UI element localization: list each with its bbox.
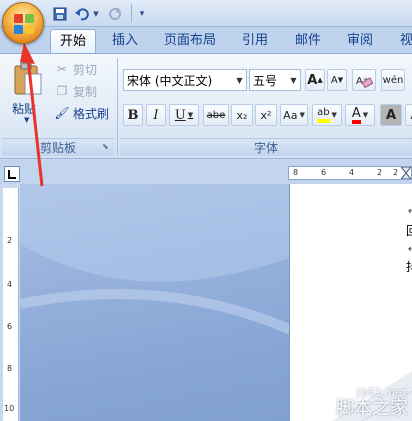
underline-button[interactable]: U ▼ xyxy=(169,104,199,126)
bold-button[interactable]: B xyxy=(123,104,143,126)
font-size-combo[interactable]: 五号 ▼ xyxy=(249,69,301,91)
paste-label: 粘贴 xyxy=(12,102,37,116)
clear-format-button[interactable]: Aa xyxy=(352,69,376,91)
save-button[interactable] xyxy=(52,5,68,22)
ruler-tick-label: 4 xyxy=(7,280,13,289)
ruler-tick-label: 6 xyxy=(7,322,13,331)
ribbon-tabs: 开始 插入 页面布局 引用 邮件 审阅 视 xyxy=(0,27,412,54)
tab-references[interactable]: 引用 xyxy=(232,29,278,54)
paste-icon xyxy=(14,62,42,95)
highlight-button[interactable]: ab ▼ xyxy=(312,104,342,126)
tab-selector-button[interactable] xyxy=(4,166,20,182)
copy-button[interactable]: ❐ 复制 xyxy=(54,81,97,101)
document-text: 抖 xyxy=(406,258,412,275)
chevron-down-icon: ▼ xyxy=(187,111,194,119)
tab-mailings[interactable]: 邮件 xyxy=(285,29,331,54)
phonetic-guide-button[interactable]: wén xyxy=(381,69,405,91)
font-color-icon: A xyxy=(351,107,361,124)
ruler-tick-label: 8 xyxy=(7,364,13,373)
chevron-down-icon: ▼ xyxy=(331,111,337,119)
ruler-tick-label: 4 xyxy=(349,168,355,177)
dialog-launcher-icon[interactable]: ⬊ xyxy=(102,142,109,151)
customize-qat-icon: ▾ xyxy=(139,8,145,19)
character-shading-button[interactable]: A xyxy=(380,104,402,126)
watermark-name: 脚本之家 xyxy=(336,398,408,419)
chevron-down-icon: ▼ xyxy=(93,9,99,18)
indent-marker-icon[interactable] xyxy=(401,167,411,179)
undo-icon xyxy=(75,7,89,20)
change-case-button[interactable]: Aa ▼ xyxy=(280,104,308,126)
paintbrush-icon: 🖌 xyxy=(54,106,70,120)
ruler-tick-label: 10 xyxy=(4,404,15,413)
highlighter-icon: ab xyxy=(317,107,330,123)
chevron-down-icon: ▼ xyxy=(362,111,369,119)
chevron-down-icon: ▼ xyxy=(299,111,305,119)
undo-dropdown[interactable]: ▼ xyxy=(92,5,100,22)
paragraph-mark: ↵ xyxy=(408,244,412,255)
office-button[interactable] xyxy=(2,2,44,44)
customize-qat-button[interactable]: ▾ xyxy=(136,5,148,22)
undo-button[interactable] xyxy=(73,5,91,22)
cut-button[interactable]: ✂ 剪切 xyxy=(54,59,97,79)
tab-review[interactable]: 审阅 xyxy=(337,29,383,54)
office-logo-icon xyxy=(14,14,34,34)
italic-button[interactable]: I xyxy=(146,104,166,126)
qat-separator xyxy=(131,4,132,22)
font-color-button[interactable]: A ▼ xyxy=(345,104,375,126)
eraser-icon: Aa xyxy=(356,76,373,88)
ruler-tick-label: 2 xyxy=(393,168,399,177)
tab-page-layout[interactable]: 页面布局 xyxy=(156,29,224,54)
character-border-button[interactable]: A xyxy=(405,104,412,126)
paragraph-mark: ↵ xyxy=(408,206,412,217)
format-painter-button[interactable]: 🖌 格式刷 xyxy=(54,103,109,123)
tab-home[interactable]: 开始 xyxy=(50,29,96,54)
ruler-tick-label: 8 xyxy=(293,168,299,177)
vertical-ruler[interactable]: 2 4 6 8 10 xyxy=(3,188,19,421)
paste-button[interactable]: 粘贴 ▼ xyxy=(8,60,48,132)
font-name-combo[interactable]: 宋体 (中文正文) ▼ xyxy=(123,69,247,91)
group-separator xyxy=(117,58,118,156)
horizontal-ruler[interactable]: 8 6 4 2 2 xyxy=(288,166,412,180)
save-icon xyxy=(53,7,67,20)
document-text: 回 xyxy=(406,222,412,239)
tab-stop-icon xyxy=(8,170,16,179)
grow-font-button[interactable]: A ▲ xyxy=(305,69,325,91)
clipboard-group-label: 剪贴板 xyxy=(2,138,114,156)
superscript-button[interactable]: x² xyxy=(255,104,277,126)
strikethrough-button[interactable]: abe xyxy=(203,104,229,126)
redo-icon xyxy=(109,6,121,20)
chevron-down-icon: ▼ xyxy=(290,75,297,85)
title-bar: ▼ ▾ xyxy=(0,0,412,27)
font-group-label: 字体 xyxy=(120,138,412,156)
ruler-tick-label: 2 xyxy=(7,236,13,245)
scissors-icon: ✂ xyxy=(56,62,68,76)
redo-button[interactable] xyxy=(106,5,124,22)
copy-icon: ❐ xyxy=(56,84,68,98)
shrink-font-button[interactable]: A ▼ xyxy=(327,69,347,91)
ruler-tick-label: 2 xyxy=(377,168,383,177)
tab-insert[interactable]: 插入 xyxy=(102,29,148,54)
ribbon: 粘贴 ▼ ✂ 剪切 ❐ 复制 🖌 格式刷 剪贴板 ⬊ 宋体 (中文正文) ▼ 五号 ▼… xyxy=(0,53,412,159)
chevron-down-icon: ▼ xyxy=(236,75,243,85)
watermark: jb51.net 脚本之家 xyxy=(336,386,408,419)
chevron-down-icon: ▼ xyxy=(24,116,30,124)
tab-view[interactable]: 视 xyxy=(392,29,412,54)
subscript-button[interactable]: x₂ xyxy=(231,104,253,126)
ruler-tick-label: 6 xyxy=(321,168,327,177)
